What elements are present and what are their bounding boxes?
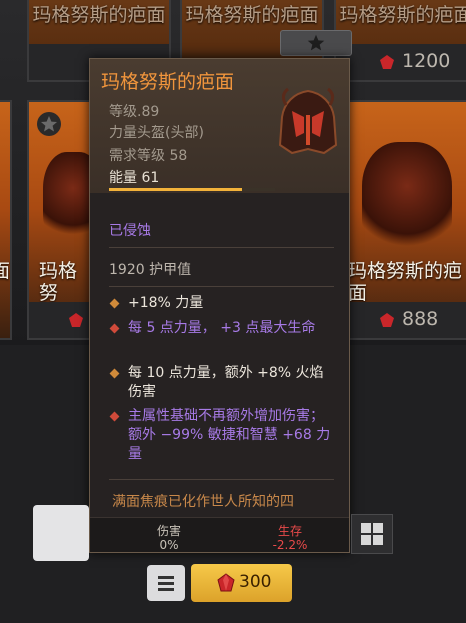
item-name: 面 — [0, 260, 10, 282]
damage-label: 伤害 — [156, 524, 181, 538]
survival-label: 生存 — [277, 524, 302, 538]
item-price: 888 — [402, 308, 439, 330]
item-name: 玛格努斯的疤面 — [185, 4, 319, 26]
shop-item-card[interactable]: 玛格努斯的疤面 888 — [334, 100, 466, 340]
item-power: 能量 61 — [109, 170, 160, 186]
grid-icon — [361, 523, 383, 545]
menu-button[interactable] — [147, 565, 185, 601]
grid-view-button[interactable] — [351, 514, 393, 554]
price-strip — [29, 302, 95, 338]
corrupted-status: 已侵蚀 — [109, 223, 151, 239]
buy-price: 300 — [239, 572, 272, 592]
flavor-text: 满面焦痕已化作世人所知的四 — [112, 494, 294, 510]
divider — [109, 479, 334, 480]
divider — [109, 286, 334, 287]
gem-icon — [69, 313, 83, 327]
affix-row: 主属性基础不再额外增加伤害；额外 −99% 敏捷和智慧 +68 力量 — [109, 407, 334, 464]
price-strip: 1200 — [336, 44, 466, 80]
affix-row: 每 10 点力量，额外 +8% 火焰伤害 — [109, 364, 334, 402]
shop-item-card[interactable]: 玛格努斯的疤面 1200 — [334, 0, 466, 82]
affix-text: 每 5 点力量， +3 点最大生命 — [128, 320, 316, 336]
helm-icon — [278, 87, 338, 155]
item-name: 玛格努斯的疤面 — [339, 4, 466, 26]
star-icon — [307, 34, 325, 51]
gem-icon — [380, 55, 394, 69]
buy-button[interactable]: 300 — [191, 564, 292, 602]
divider — [109, 247, 334, 248]
red-gem-icon — [217, 573, 235, 592]
item-tooltip: 玛格努斯的疤面 等级.89 力量头盔(头部) 需求等级 58 能量 61 已侵蚀… — [89, 58, 350, 553]
affix-row: 每 5 点力量， +3 点最大生命 — [109, 319, 334, 338]
survival-value: -2.2% — [272, 538, 308, 552]
item-price: 1200 — [402, 50, 451, 72]
affix-text: 主属性基础不再额外增加伤害；额外 −99% 敏捷和智慧 +68 力量 — [128, 408, 331, 462]
item-name: 玛格努斯的疤面 — [348, 260, 463, 304]
affix-text: +18% 力量 — [128, 295, 204, 311]
star-icon — [41, 116, 57, 132]
price-strip: 888 — [336, 302, 466, 338]
diamond-bullet-icon — [109, 411, 120, 422]
stat-comparison-bar: 伤害 0% 生存 -2.2% — [90, 517, 349, 552]
power-bar-fill — [109, 188, 242, 191]
required-level: 需求等级 58 — [109, 148, 188, 164]
armor-value: 1920 护甲值 — [109, 262, 192, 278]
hamburger-icon — [158, 576, 174, 591]
gem-icon — [380, 313, 394, 327]
damage-value: 0% — [159, 538, 179, 552]
diamond-bullet-icon — [109, 298, 120, 309]
item-title: 玛格努斯的疤面 — [101, 71, 235, 93]
star-badge — [37, 112, 61, 136]
shop-item-card[interactable]: 玛格努 — [27, 100, 97, 340]
favorite-tab[interactable] — [280, 30, 352, 56]
affix-text: 每 10 点力量，额外 +8% 火焰伤害 — [128, 365, 324, 400]
power-bar — [109, 188, 275, 191]
diamond-bullet-icon — [109, 368, 120, 379]
item-level: 等级.89 — [109, 104, 160, 120]
helm-image — [362, 142, 452, 252]
item-name: 玛格努 — [39, 260, 78, 304]
affix-row: +18% 力量 — [109, 294, 334, 313]
shop-item-card-partial[interactable]: 面 — [0, 100, 12, 340]
item-name: 玛格努斯的疤面 — [32, 4, 166, 26]
item-type: 力量头盔(头部) — [109, 125, 204, 141]
diamond-bullet-icon — [109, 323, 120, 334]
item-preview-slot[interactable] — [33, 505, 89, 561]
